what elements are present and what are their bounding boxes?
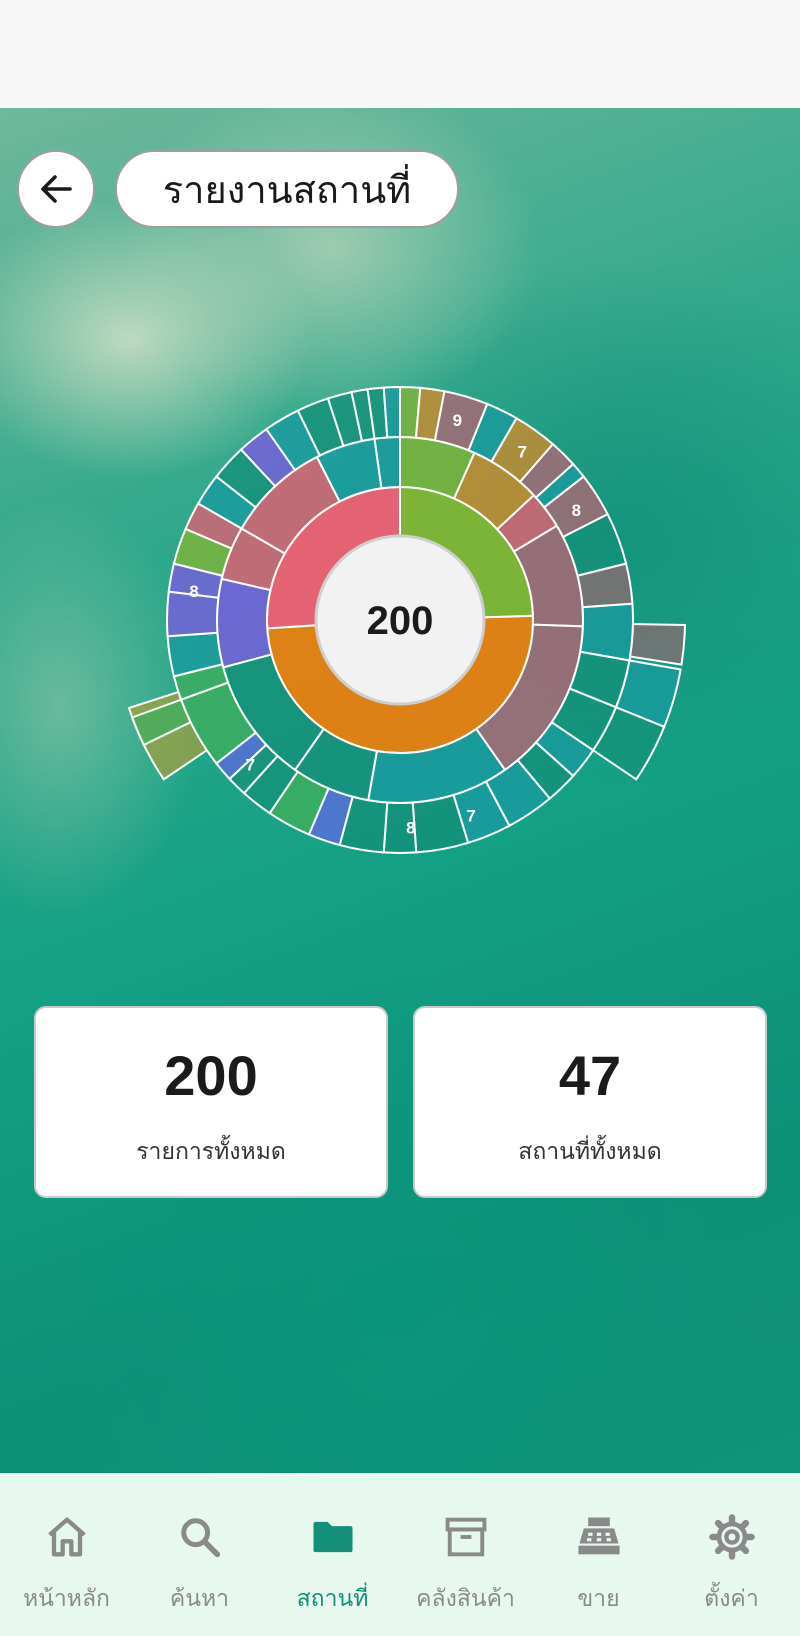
cash-register-icon <box>578 1517 620 1555</box>
segment-value-label: 8 <box>572 501 581 520</box>
outermost-ring-segment <box>628 623 686 666</box>
nav-label-locations: สถานที่ <box>296 1586 369 1612</box>
nav-label-home: หน้าหลัก <box>23 1586 110 1612</box>
nav-label-search: ค้นหา <box>169 1586 230 1612</box>
total-locations-value: 47 <box>558 1044 622 1107</box>
nav-label-settings: ตั้งค่า <box>704 1586 759 1612</box>
folder-icon <box>313 1521 353 1553</box>
home-icon <box>48 1517 86 1557</box>
bottom-nav: หน้าหลัก ค้นหา สถานที่ คลังสินค้า ขาย ตั… <box>0 1473 800 1636</box>
nav-item-inventory[interactable]: คลังสินค้า <box>399 1473 532 1636</box>
outer-ring-segment <box>579 602 634 662</box>
nav-item-home[interactable]: หน้าหลัก <box>0 1473 133 1636</box>
gear-icon <box>709 1514 755 1560</box>
total-items-card: 200 รายการทั้งหมด <box>34 1006 388 1198</box>
nav-item-locations[interactable]: สถานที่ <box>266 1473 399 1636</box>
segment-value-label: 8 <box>189 582 198 601</box>
nav-item-sales[interactable]: ขาย <box>532 1473 665 1636</box>
nav-label-sales: ขาย <box>577 1586 620 1612</box>
chart-center-value: 200 <box>367 599 434 643</box>
segment-value-label: 9 <box>453 411 462 430</box>
segment-value-label: 8 <box>406 819 415 838</box>
outer-ring-segment <box>382 385 401 439</box>
status-bar <box>0 0 800 108</box>
nav-item-settings[interactable]: ตั้งค่า <box>665 1473 798 1636</box>
nav-item-search[interactable]: ค้นหา <box>133 1473 266 1636</box>
segment-value-label: 7 <box>466 806 475 825</box>
nav-label-inventory: คลังสินค้า <box>416 1586 515 1612</box>
total-locations-label: สถานที่ทั้งหมด <box>518 1139 662 1165</box>
segment-value-label: 7 <box>246 755 255 774</box>
archive-icon <box>445 1517 487 1557</box>
middle-ring-segment <box>216 577 273 669</box>
total-items-label: รายการทั้งหมด <box>136 1139 286 1165</box>
segment-value-label: 7 <box>518 443 527 462</box>
search-icon <box>181 1518 221 1558</box>
total-locations-card: 47 สถานที่ทั้งหมด <box>413 1006 767 1198</box>
total-items-value: 200 <box>164 1044 258 1107</box>
sunburst-chart: 9 7 8 8 7 8 7 200 <box>127 385 686 854</box>
